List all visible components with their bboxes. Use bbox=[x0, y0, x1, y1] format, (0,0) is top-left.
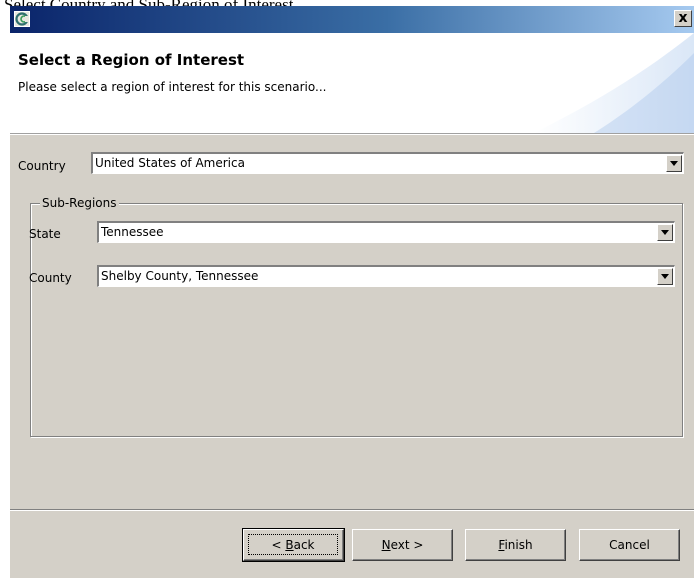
close-icon: x bbox=[678, 10, 688, 26]
country-value: United States of America bbox=[95, 156, 245, 170]
county-value: Shelby County, Tennessee bbox=[101, 269, 259, 283]
page-title: Select a Region of Interest bbox=[18, 51, 245, 69]
sub-regions-legend: Sub-Regions bbox=[40, 196, 119, 210]
county-dropdown-button[interactable] bbox=[657, 268, 673, 285]
back-mnemonic: B bbox=[285, 538, 294, 552]
state-dropdown-button[interactable] bbox=[657, 224, 673, 241]
chevron-down-icon bbox=[661, 274, 669, 279]
back-button[interactable]: < Back bbox=[242, 528, 345, 562]
state-dropdown[interactable]: Tennessee bbox=[97, 221, 675, 243]
next-button[interactable]: Next > bbox=[352, 529, 453, 561]
next-mnemonic: N bbox=[381, 538, 391, 552]
app-logo-icon bbox=[14, 11, 30, 27]
chevron-down-icon bbox=[670, 161, 678, 166]
state-label: State bbox=[29, 227, 61, 241]
button-separator bbox=[10, 509, 694, 511]
country-dropdown[interactable]: United States of America bbox=[91, 152, 684, 174]
finish-button[interactable]: Finish bbox=[465, 529, 566, 561]
page-description: Please select a region of interest for t… bbox=[18, 80, 327, 94]
wizard-header: Select a Region of Interest Please selec… bbox=[10, 33, 694, 134]
country-dropdown-button[interactable] bbox=[666, 155, 682, 172]
next-label-rest: ext > bbox=[390, 538, 424, 552]
county-label: County bbox=[29, 271, 72, 285]
county-dropdown[interactable]: Shelby County, Tennessee bbox=[97, 265, 675, 287]
state-value: Tennessee bbox=[101, 225, 164, 239]
chevron-down-icon bbox=[661, 230, 669, 235]
back-label-prefix: < bbox=[271, 538, 286, 552]
cancel-label: Cancel bbox=[609, 538, 650, 552]
finish-label-rest: inish bbox=[504, 538, 533, 552]
country-label: Country bbox=[18, 159, 66, 173]
title-bar[interactable]: x bbox=[10, 6, 694, 33]
cancel-button[interactable]: Cancel bbox=[579, 529, 680, 561]
focus-rect: < Back bbox=[248, 534, 338, 555]
header-decoration bbox=[534, 33, 694, 133]
wizard-body: Country United States of America Sub-Reg… bbox=[10, 134, 694, 578]
back-label-rest: ack bbox=[293, 538, 315, 552]
close-button[interactable]: x bbox=[674, 10, 692, 27]
